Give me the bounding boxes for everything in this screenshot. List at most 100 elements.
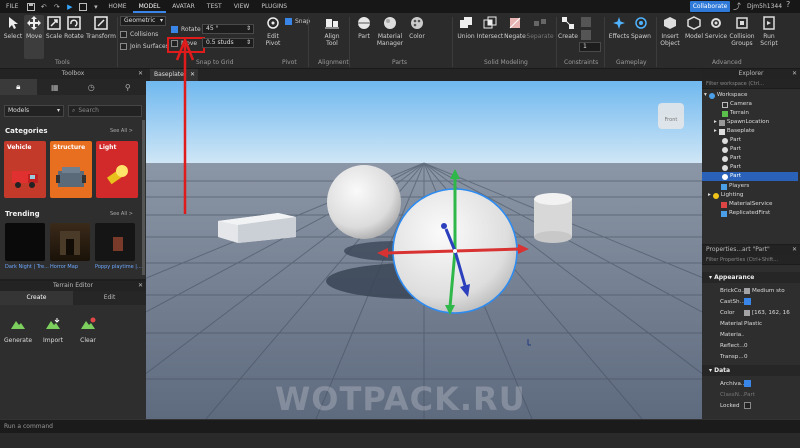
tree-node-part[interactable]: Part [702,163,798,172]
collisions-toggle[interactable]: Collisions [120,31,158,38]
tab-inventory-lock-icon[interactable]: 🔒︎ [0,79,37,95]
import-button[interactable]: Import [38,315,68,344]
property-row[interactable]: ClassN... Part [702,389,800,400]
undo-icon[interactable]: ↶ [38,1,49,12]
snap-checkbox[interactable] [285,18,292,25]
save-icon[interactable] [25,1,36,12]
appearance-section-header[interactable]: ▾ Appearance [702,272,800,283]
rotate-snap-toggle[interactable]: Rotate [171,26,201,33]
username-label[interactable]: Djm5h1344 [747,0,782,13]
tree-node-baseplate[interactable]: ▸ Baseplate [702,127,798,136]
property-row[interactable]: Materia... [702,329,800,340]
tree-node-part[interactable]: Part [702,145,798,154]
redo-icon[interactable]: ↷ [51,1,62,12]
trending-label-dark-night[interactable]: Dark Night | Tre... [5,264,49,270]
rotate-tool-button[interactable]: Rotate [64,15,84,40]
property-row[interactable]: Locked [702,400,800,411]
rotate-snap-input[interactable]: 45 ° ⇕ [202,24,254,34]
property-row[interactable]: Reflect... 0 [702,340,800,351]
collisions-checkbox[interactable] [120,31,127,38]
trending-thumb-horror-map[interactable] [50,223,90,261]
move-snap-input[interactable]: 0.5 studs ⇕ [202,38,254,48]
constraint-details-icon[interactable] [581,17,591,27]
tab-grid-icon[interactable]: ▦ [37,79,74,95]
model-button[interactable]: Model [684,15,704,40]
archivable-checkbox[interactable] [744,380,751,387]
edit-pivot-button[interactable]: Edit Pivot [262,15,284,47]
tree-node-part[interactable]: Part [702,136,798,145]
tree-node-part[interactable]: Part [702,154,798,163]
move-tool-button[interactable]: Move [24,15,44,59]
collision-groups-button[interactable]: Collision Groups [728,15,756,47]
run-script-button[interactable]: Run Script [758,15,780,47]
tree-node-terrain[interactable]: Terrain [702,109,798,118]
property-row[interactable]: Archiva... [702,378,800,389]
scene-canvas[interactable]: Front [146,81,702,419]
category-select[interactable]: Models ▾ [4,105,64,117]
menu-home[interactable]: HOME [102,0,132,13]
dropdown-arrow-icon[interactable]: ▾ [90,1,101,12]
generate-button[interactable]: Generate [3,315,33,344]
category-card-light[interactable]: Light [96,141,138,198]
tree-node-materialservice[interactable]: MaterialService [702,200,798,209]
align-tool-button[interactable]: Align Tool [320,15,344,47]
tab-edit[interactable]: Edit [73,291,146,305]
command-bar-input[interactable]: Run a command [0,419,800,433]
clear-button[interactable]: Clear [73,315,103,344]
separate-button[interactable]: Separate [526,15,554,40]
close-icon[interactable]: ✕ [792,69,797,79]
cast-shadow-checkbox[interactable] [744,298,751,305]
spawn-button[interactable]: Spawn [630,15,652,40]
intersect-button[interactable]: Intersect [477,15,503,40]
menu-avatar[interactable]: AVATAR [166,0,201,13]
play-icon[interactable]: ▶ [64,1,75,12]
tree-node-part-selected[interactable]: Part [702,172,798,181]
help-icon[interactable]: ? [786,0,790,9]
menu-test[interactable]: TEST [201,0,228,13]
material-manager-button[interactable]: Material Manager [376,15,404,47]
tree-node-players[interactable]: Players [702,182,798,191]
menu-view[interactable]: VIEW [228,0,256,13]
property-row[interactable]: CastSh... [702,296,800,307]
close-icon[interactable]: ✕ [792,245,797,255]
3d-viewport[interactable]: Front [146,81,702,419]
negate-button[interactable]: Negate [504,15,526,40]
space-select[interactable]: Geometric ▾ [120,16,166,26]
effects-button[interactable]: Effects [608,15,630,40]
part-button[interactable]: Part [352,15,376,40]
menu-file[interactable]: FILE [0,0,24,13]
tab-pin-icon[interactable]: ⚲ [110,79,147,95]
close-icon[interactable]: ✕ [138,69,143,79]
locked-checkbox[interactable] [744,402,751,409]
toolbox-search-input[interactable]: ⌕ Search [68,105,142,117]
tree-node-lighting[interactable]: ▸ Lighting [702,191,798,200]
layout-icon[interactable] [77,1,88,12]
trending-label-horror-map[interactable]: Horror Map [50,264,78,270]
tab-recent-clock-icon[interactable]: ◷ [73,79,110,95]
close-icon[interactable]: ✕ [138,281,143,291]
trending-thumb-poppy-playtime[interactable] [95,223,135,261]
menu-plugins[interactable]: PLUGINS [255,0,293,13]
select-tool-button[interactable]: Select [4,15,22,40]
union-button[interactable]: Union [456,15,476,40]
data-section-header[interactable]: ▾ Data [702,365,800,376]
category-card-vehicle[interactable]: Vehicle [4,141,46,198]
create-constraint-button[interactable]: Create [558,15,578,40]
cylinder-part[interactable] [534,193,572,243]
tree-node-camera[interactable]: Camera [702,100,798,109]
draw-on-top-icon[interactable] [581,30,591,40]
service-button[interactable]: Service [705,15,727,40]
view-cube[interactable]: Front [658,103,684,129]
scale-tool-button[interactable]: Scale [45,15,63,40]
trending-see-all-link[interactable]: See All > [110,211,133,217]
tab-create[interactable]: Create [0,291,73,305]
tree-node-spawnlocation[interactable]: ▸ SpawnLocation [702,118,798,127]
share-icon[interactable]: ⤴ [733,1,741,12]
collaborate-button[interactable]: Collaborate [690,1,730,12]
insert-object-button[interactable]: Insert Object [658,15,682,47]
menu-model[interactable]: MODEL [132,0,167,13]
sphere-part[interactable] [327,165,401,239]
color-button[interactable]: Color [406,15,428,40]
tree-node-replicatedfirst[interactable]: ReplicatedFirst [702,209,798,218]
toolbox-scrollbar[interactable] [142,120,145,275]
